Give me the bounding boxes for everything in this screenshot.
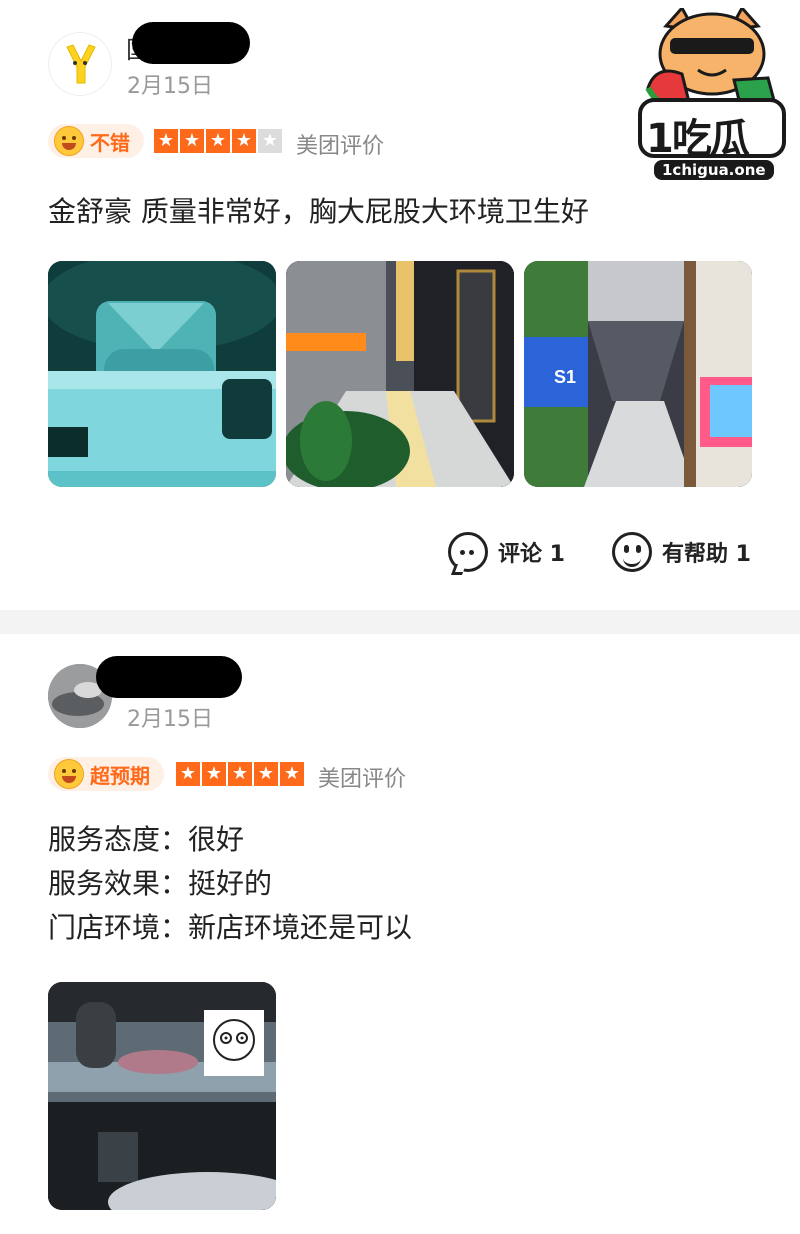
helpful-label: 有帮助 1 [662,542,751,567]
review-text: 金舒豪 质量非常好，胸大屁股大环境卫生好 [48,195,589,228]
review-card: 2月15日 超预期 ★ ★ ★ ★ ★ 美团评价 服务态度：很好 服务效果：挺好… [0,634,800,1234]
review-photo-massage-bed[interactable] [48,261,276,487]
review-source: 美团评价 [318,767,407,792]
review-line-store-environment: 门店环境：新店环境还是可以 [48,911,413,944]
review-text: 服务态度：很好 服务效果：挺好的 门店环境：新店环境还是可以 [48,818,412,950]
helpful-button[interactable]: 有帮助 1 [612,532,751,572]
review-date: 2月15日 [127,74,213,99]
rating-badge-label: 超预期 [90,763,150,788]
rating-badge: 不错 [48,124,144,158]
star-icon: ★ [254,762,278,786]
star-icon: ★ [280,762,304,786]
watermark-logo: 1吃瓜 1chigua.one [638,5,786,186]
star-icon: ★ [206,129,230,153]
user-avatar[interactable] [48,32,112,96]
star-icon: ★ [180,129,204,153]
star-icon: ★ [154,129,178,153]
review-source: 美团评价 [296,134,385,159]
review-photo-corridor-sign[interactable]: S1 [524,261,752,487]
star-rating: ★ ★ ★ ★ ★ [154,129,282,153]
review-date: 2月15日 [127,707,213,732]
laughing-face-icon [54,126,84,156]
star-icon: ★ [176,762,200,786]
star-icon: ★ [232,129,256,153]
helpful-smile-icon [612,532,652,572]
watermark-site: 1chigua.one [654,160,774,180]
star-icon: ★ [202,762,226,786]
rating-badge-label: 不错 [90,130,130,155]
card-divider [0,610,800,634]
svg-text:S1: S1 [554,367,576,387]
review-line-service-effect: 服务效果：挺好的 [48,867,273,900]
comment-button[interactable]: 评论 1 [448,532,565,572]
username-redaction [96,656,242,698]
watermark-title: 1吃瓜 [646,116,750,162]
review-photo-hallway[interactable] [286,261,514,487]
amazed-face-icon [54,759,84,789]
comment-bubble-icon [448,532,488,572]
comment-label: 评论 1 [498,542,565,567]
rating-badge: 超预期 [48,757,164,791]
review-line-service-attitude: 服务态度：很好 [48,823,245,856]
username-redaction [132,22,250,64]
star-empty-icon: ★ [258,129,282,153]
review-photo-room[interactable] [48,982,276,1210]
star-icon: ★ [228,762,252,786]
star-rating: ★ ★ ★ ★ ★ [176,762,304,786]
